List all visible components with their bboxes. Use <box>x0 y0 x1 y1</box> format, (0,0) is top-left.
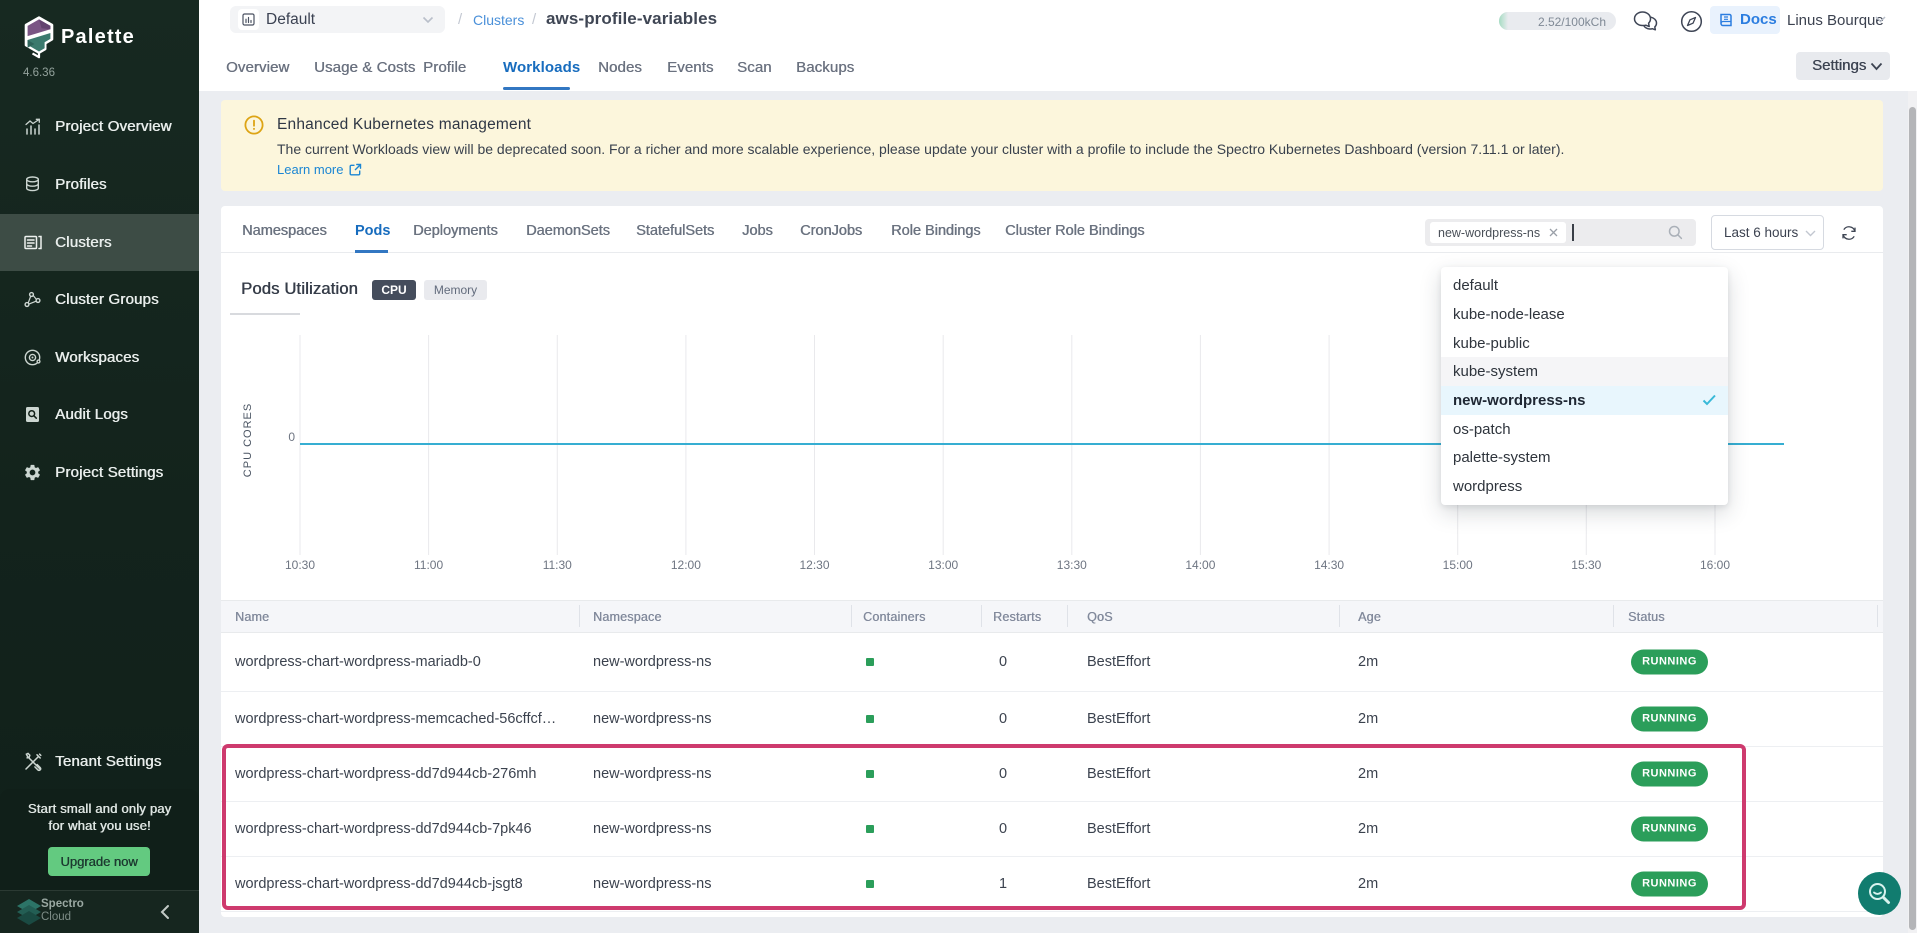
svg-text:16:00: 16:00 <box>1700 558 1730 572</box>
svg-text:13:30: 13:30 <box>1057 558 1087 572</box>
svg-text:14:30: 14:30 <box>1314 558 1344 572</box>
svg-text:13:00: 13:00 <box>928 558 958 572</box>
svg-text:12:30: 12:30 <box>799 558 829 572</box>
svg-text:15:30: 15:30 <box>1571 558 1601 572</box>
svg-text:CPU CORES: CPU CORES <box>242 403 254 477</box>
svg-text:10:30: 10:30 <box>285 558 315 572</box>
svg-text:11:00: 11:00 <box>414 558 443 572</box>
svg-text:14:00: 14:00 <box>1185 558 1215 572</box>
svg-text:15:00: 15:00 <box>1443 558 1473 572</box>
svg-text:12:00: 12:00 <box>671 558 701 572</box>
svg-text:11:30: 11:30 <box>543 558 572 572</box>
svg-text:0: 0 <box>288 430 295 444</box>
